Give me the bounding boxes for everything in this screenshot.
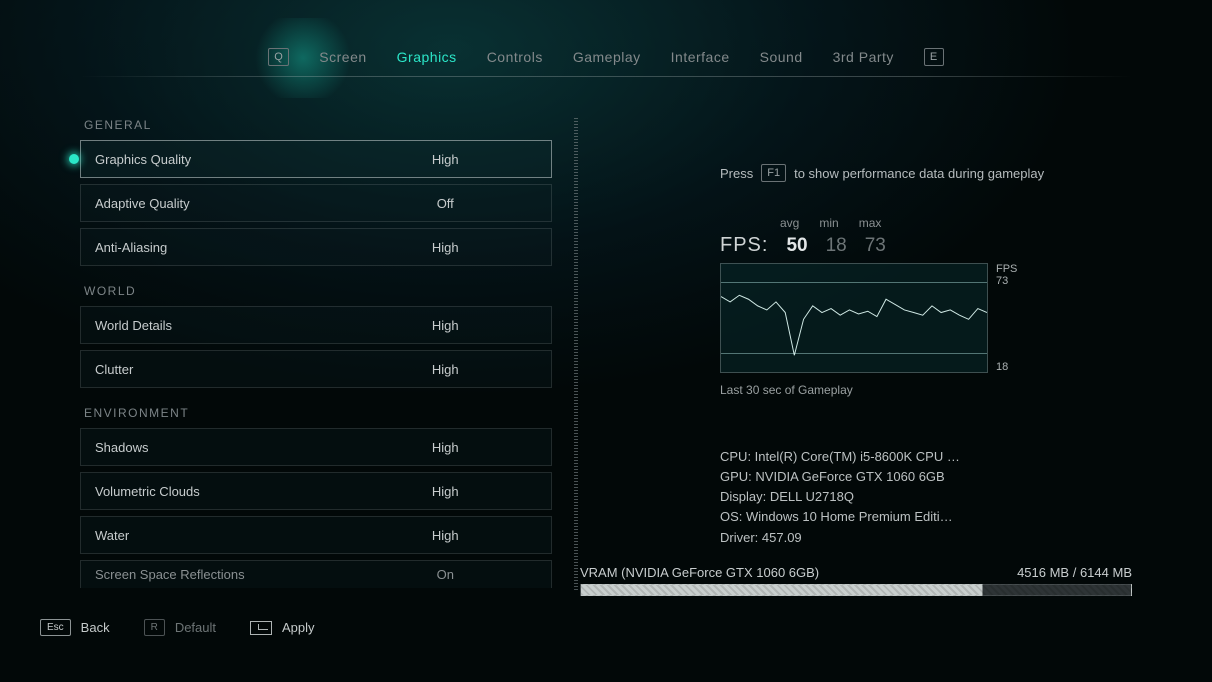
default-button[interactable]: R Default: [144, 619, 216, 636]
cpu-label: CPU:: [720, 449, 755, 464]
fps-avg: 50: [786, 235, 807, 257]
back-label: Back: [81, 620, 110, 635]
setting-value: High: [340, 362, 552, 377]
setting-label: World Details: [81, 318, 340, 333]
fps-chart: [720, 263, 988, 373]
setting-label: Volumetric Clouds: [81, 484, 340, 499]
nav-next-key[interactable]: E: [924, 48, 944, 66]
tab-interface[interactable]: Interface: [671, 49, 730, 65]
info-panel: Press F1 to show performance data during…: [572, 100, 1132, 592]
display-label: Display:: [720, 489, 770, 504]
setting-value: High: [340, 528, 552, 543]
driver-label: Driver:: [720, 530, 762, 545]
r-key-icon: R: [144, 619, 165, 636]
fps-chart-svg: [721, 264, 987, 373]
setting-label: Screen Space Reflections: [81, 567, 340, 582]
footer: Esc Back R Default Apply: [40, 619, 315, 636]
esc-key-icon: Esc: [40, 619, 71, 636]
chart-min: 18: [996, 361, 1017, 373]
os-label: OS:: [720, 509, 746, 524]
hint-prefix: Press: [720, 166, 753, 181]
setting-value: High: [340, 440, 552, 455]
section-environment-title: ENVIRONMENT: [84, 406, 552, 420]
section-general-title: GENERAL: [84, 118, 552, 132]
fps-headers: avg min max: [780, 216, 1132, 230]
settings-panel: GENERAL Graphics Quality High Adaptive Q…: [80, 100, 572, 592]
setting-value: High: [340, 152, 552, 167]
fps-min-label: min: [819, 216, 838, 230]
cpu-value: Intel(R) Core(TM) i5-8600K CPU …: [755, 449, 960, 464]
tab-controls[interactable]: Controls: [487, 49, 543, 65]
vram-label: VRAM (NVIDIA GeForce GTX 1060 6GB): [580, 565, 819, 580]
tab-sound[interactable]: Sound: [760, 49, 803, 65]
setting-label: Water: [81, 528, 340, 543]
setting-value: High: [340, 484, 552, 499]
top-nav: Q Screen Graphics Controls Gameplay Inte…: [0, 48, 1212, 66]
fps-max: 73: [865, 235, 886, 257]
setting-label: Clutter: [81, 362, 340, 377]
system-info: CPU: Intel(R) Core(TM) i5-8600K CPU … GP…: [720, 447, 1132, 548]
chart-unit: FPS: [996, 263, 1017, 275]
back-button[interactable]: Esc Back: [40, 619, 110, 636]
gpu-value: NVIDIA GeForce GTX 1060 6GB: [755, 469, 944, 484]
apply-label: Apply: [282, 620, 315, 635]
vram-section: VRAM (NVIDIA GeForce GTX 1060 6GB) 4516 …: [580, 565, 1132, 596]
setting-value: On: [340, 567, 552, 582]
setting-water[interactable]: Water High: [80, 516, 552, 554]
tab-screen[interactable]: Screen: [319, 49, 366, 65]
vram-sep: /: [1069, 565, 1080, 580]
apply-button[interactable]: Apply: [250, 620, 315, 635]
setting-shadows[interactable]: Shadows High: [80, 428, 552, 466]
setting-value: Off: [340, 196, 552, 211]
section-world-title: WORLD: [84, 284, 552, 298]
tab-gameplay[interactable]: Gameplay: [573, 49, 641, 65]
chart-caption: Last 30 sec of Gameplay: [720, 383, 1132, 397]
setting-label: Anti-Aliasing: [81, 240, 340, 255]
perf-hint: Press F1 to show performance data during…: [720, 164, 1132, 182]
fps-max-label: max: [859, 216, 882, 230]
hint-suffix: to show performance data during gameplay: [794, 166, 1044, 181]
setting-label: Graphics Quality: [81, 152, 340, 167]
setting-label: Shadows: [81, 440, 340, 455]
fps-readout: FPS: 50 18 73: [720, 234, 1132, 257]
vram-used: 4516 MB: [1017, 565, 1069, 580]
setting-value: High: [340, 240, 552, 255]
default-label: Default: [175, 620, 216, 635]
setting-label: Adaptive Quality: [81, 196, 340, 211]
tab-graphics[interactable]: Graphics: [397, 49, 457, 65]
setting-adaptive-quality[interactable]: Adaptive Quality Off: [80, 184, 552, 222]
os-value: Windows 10 Home Premium Editi…: [746, 509, 953, 524]
nav-prev-key[interactable]: Q: [268, 48, 289, 66]
nav-divider: [80, 76, 1132, 77]
setting-value: High: [340, 318, 552, 333]
setting-volumetric-clouds[interactable]: Volumetric Clouds High: [80, 472, 552, 510]
display-value: DELL U2718Q: [770, 489, 854, 504]
tab-3rdparty[interactable]: 3rd Party: [833, 49, 894, 65]
fps-min: 18: [826, 235, 847, 257]
setting-world-details[interactable]: World Details High: [80, 306, 552, 344]
fps-label: FPS:: [720, 234, 768, 257]
chart-max: 73: [996, 275, 1017, 287]
setting-graphics-quality[interactable]: Graphics Quality High: [80, 140, 552, 178]
driver-value: 457.09: [762, 530, 802, 545]
fps-avg-label: avg: [780, 216, 799, 230]
vram-bar: [580, 584, 1132, 596]
gpu-label: GPU:: [720, 469, 755, 484]
settings-scrollbar[interactable]: [574, 118, 578, 592]
chart-y-labels: FPS 73 18: [996, 263, 1017, 373]
hint-key-f1: F1: [761, 164, 786, 182]
selection-dot-icon: [69, 154, 79, 164]
setting-screen-space-reflections[interactable]: Screen Space Reflections On: [80, 560, 552, 588]
setting-clutter[interactable]: Clutter High: [80, 350, 552, 388]
vram-total: 6144 MB: [1080, 565, 1132, 580]
enter-key-icon: [250, 621, 272, 635]
setting-anti-aliasing[interactable]: Anti-Aliasing High: [80, 228, 552, 266]
